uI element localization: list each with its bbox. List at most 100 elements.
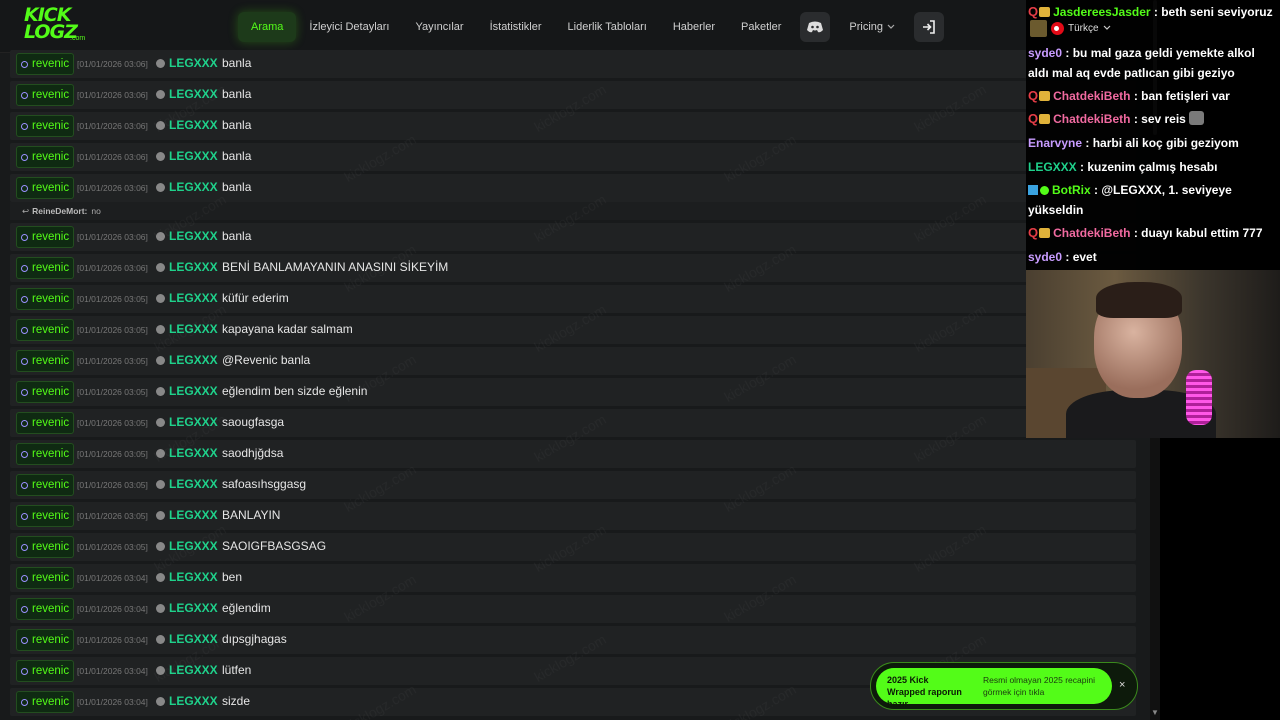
- message-username[interactable]: LEGXXX: [169, 601, 218, 615]
- nav-istatistikler[interactable]: İstatistikler: [477, 12, 555, 42]
- channel-badge[interactable]: revenic: [16, 567, 75, 589]
- channel-badge[interactable]: revenic: [16, 505, 75, 527]
- info-icon[interactable]: [156, 183, 165, 192]
- kicklogz-site: KICK LOGZ .com Arama İzleyici Detayları …: [0, 0, 1160, 720]
- language-selector[interactable]: Türkçe: [1030, 18, 1111, 38]
- info-icon[interactable]: [156, 59, 165, 68]
- message-username[interactable]: LEGXXX: [169, 384, 218, 398]
- info-icon[interactable]: [156, 635, 165, 644]
- toast-close-button[interactable]: ×: [1119, 679, 1125, 691]
- message-username[interactable]: LEGXXX: [169, 446, 218, 460]
- channel-badge[interactable]: revenic: [16, 84, 75, 106]
- info-icon[interactable]: [156, 294, 165, 303]
- overlay-chat-user: ChatdekiBeth: [1053, 89, 1131, 103]
- message-username[interactable]: LEGXXX: [169, 415, 218, 429]
- message-username[interactable]: LEGXXX: [169, 539, 218, 553]
- nav-yayincilar[interactable]: Yayıncılar: [402, 12, 476, 42]
- message-username[interactable]: LEGXXX: [169, 180, 218, 194]
- wrapped-toast[interactable]: 2025 Kick Wrapped raporun hazır Resmi ol…: [870, 662, 1138, 710]
- info-icon[interactable]: [156, 697, 165, 706]
- info-icon[interactable]: [156, 356, 165, 365]
- nav-izleyici-detaylari[interactable]: İzleyici Detayları: [296, 12, 402, 42]
- nav-haberler[interactable]: Haberler: [660, 12, 728, 42]
- message-text: lütfen: [222, 663, 252, 677]
- channel-badge[interactable]: revenic: [16, 443, 75, 465]
- nav-arama[interactable]: Arama: [238, 12, 297, 42]
- reply-text: no: [91, 206, 101, 216]
- message-username[interactable]: LEGXXX: [169, 87, 218, 101]
- channel-label: revenic: [32, 634, 70, 646]
- channel-badge[interactable]: revenic: [16, 598, 75, 620]
- channel-icon: [21, 233, 28, 241]
- message-username[interactable]: LEGXXX: [169, 118, 218, 132]
- overlay-chat-line: Enarvyne : harbi ali koç gibi geziyom: [1028, 133, 1239, 153]
- nav-liderlik-tablolari[interactable]: Liderlik Tabloları: [555, 12, 660, 42]
- message-username[interactable]: LEGXXX: [169, 570, 218, 584]
- login-button[interactable]: [914, 12, 945, 42]
- table-row: revenic [01/01/2026 03:05] LEGXXX küfür ede…: [10, 285, 1136, 313]
- channel-label: revenic: [32, 231, 70, 243]
- info-icon[interactable]: [156, 604, 165, 613]
- message-username[interactable]: LEGXXX: [169, 353, 218, 367]
- info-icon[interactable]: [156, 573, 165, 582]
- channel-label: revenic: [32, 293, 70, 305]
- channel-badge[interactable]: revenic: [16, 115, 75, 137]
- channel-badge[interactable]: revenic: [16, 536, 75, 558]
- info-icon[interactable]: [156, 121, 165, 130]
- scroll-down-arrow[interactable]: ▼: [1150, 708, 1160, 718]
- discord-button[interactable]: [800, 12, 831, 42]
- message-timestamp: [01/01/2026 03:06]: [77, 59, 148, 69]
- channel-badge[interactable]: revenic: [16, 53, 75, 75]
- message-username[interactable]: LEGXXX: [169, 694, 218, 708]
- overlay-chat-text: : kuzenim çalmış hesabı: [1080, 160, 1218, 174]
- channel-badge[interactable]: revenic: [16, 381, 75, 403]
- message-username[interactable]: LEGXXX: [169, 291, 218, 305]
- reply-line: ↩ ReineDeMort: no: [10, 202, 1136, 220]
- message-username[interactable]: LEGXXX: [169, 322, 218, 336]
- channel-badge[interactable]: revenic: [16, 412, 75, 434]
- channel-badge[interactable]: revenic: [16, 691, 75, 713]
- channel-badge[interactable]: revenic: [16, 177, 75, 199]
- message-username[interactable]: LEGXXX: [169, 508, 218, 522]
- overlay-chat-line: LEGXXX : kuzenim çalmış hesabı: [1028, 157, 1217, 177]
- info-icon[interactable]: [156, 511, 165, 520]
- kicklogz-logo[interactable]: KICK LOGZ .com: [24, 6, 94, 45]
- message-username[interactable]: LEGXXX: [169, 56, 218, 70]
- info-icon[interactable]: [156, 152, 165, 161]
- nav-paketler[interactable]: Paketler: [728, 12, 794, 42]
- message-username[interactable]: LEGXXX: [169, 632, 218, 646]
- info-icon[interactable]: [156, 263, 165, 272]
- channel-badge[interactable]: revenic: [16, 257, 75, 279]
- info-icon[interactable]: [156, 418, 165, 427]
- message-username[interactable]: LEGXXX: [169, 477, 218, 491]
- reply-icon: ↩: [22, 205, 30, 216]
- pricing-dropdown[interactable]: Pricing: [836, 12, 908, 42]
- crown-badge-icon: [1039, 91, 1051, 101]
- channel-badge[interactable]: revenic: [16, 288, 75, 310]
- message-username[interactable]: LEGXXX: [169, 260, 218, 274]
- message-text: BANLAYIN: [222, 508, 281, 522]
- info-icon[interactable]: [156, 449, 165, 458]
- channel-badge[interactable]: revenic: [16, 319, 75, 341]
- channel-badge[interactable]: revenic: [16, 350, 75, 372]
- table-row: revenic [01/01/2026 03:06] LEGXXX BENİ BANL…: [10, 254, 1136, 282]
- info-icon[interactable]: [156, 325, 165, 334]
- table-row: revenic [01/01/2026 03:06] LEGXXX banla: [10, 50, 1136, 78]
- message-username[interactable]: LEGXXX: [169, 229, 218, 243]
- info-icon[interactable]: [156, 666, 165, 675]
- message-username[interactable]: LEGXXX: [169, 149, 218, 163]
- channel-badge[interactable]: revenic: [16, 146, 75, 168]
- channel-badge[interactable]: revenic: [16, 474, 75, 496]
- channel-badge[interactable]: revenic: [16, 629, 75, 651]
- table-row: revenic [01/01/2026 03:05] LEGXXX saodhjğds…: [10, 440, 1136, 468]
- channel-icon: [21, 122, 28, 130]
- info-icon[interactable]: [156, 387, 165, 396]
- info-icon[interactable]: [156, 232, 165, 241]
- overlay-chat-line: aldı mal aq evde patlıcan gibi geziyo: [1028, 63, 1235, 83]
- channel-badge[interactable]: revenic: [16, 226, 75, 248]
- info-icon[interactable]: [156, 90, 165, 99]
- info-icon[interactable]: [156, 542, 165, 551]
- channel-badge[interactable]: revenic: [16, 660, 75, 682]
- info-icon[interactable]: [156, 480, 165, 489]
- message-username[interactable]: LEGXXX: [169, 663, 218, 677]
